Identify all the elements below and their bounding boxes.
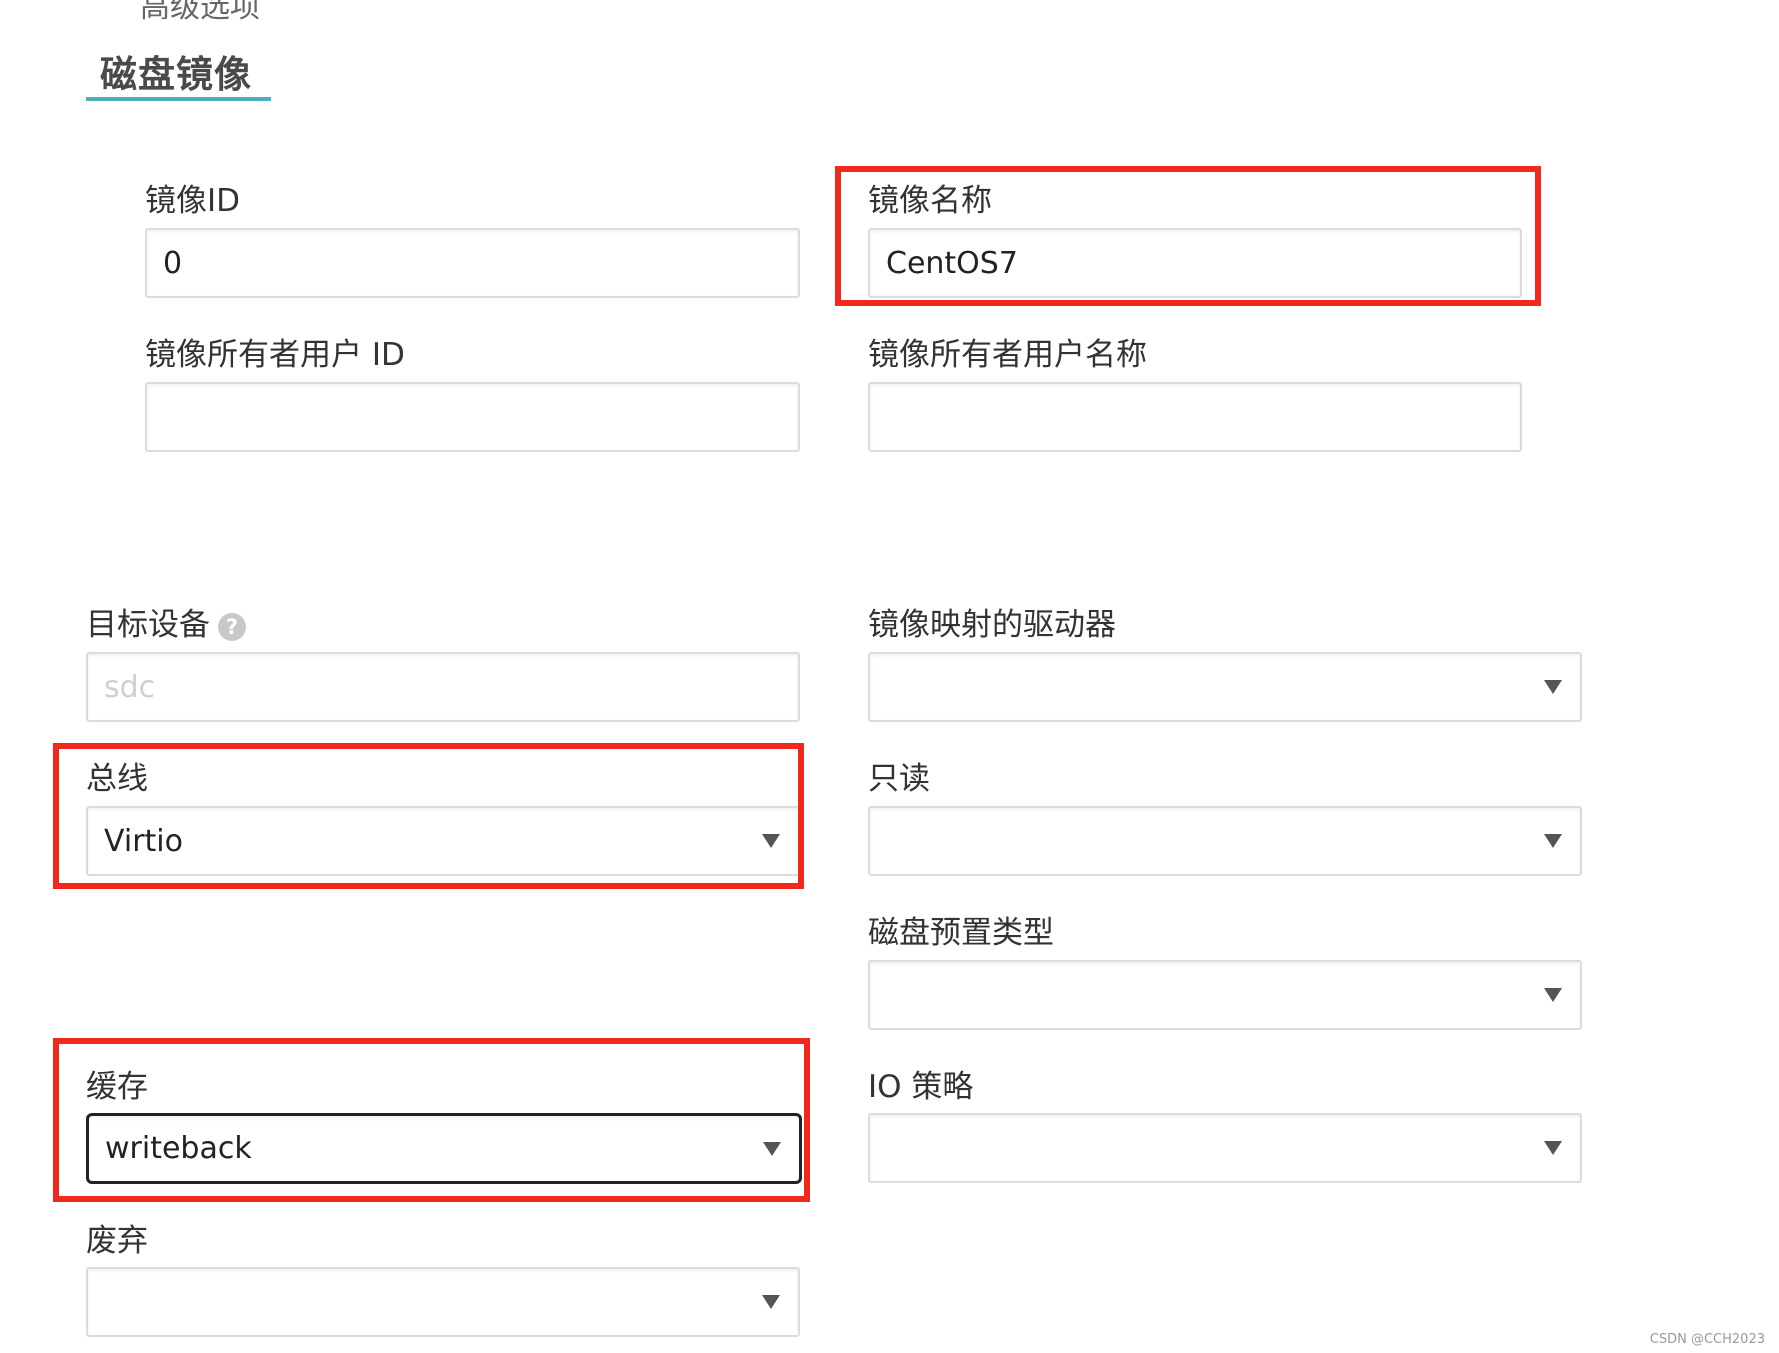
watermark: CSDN @CCH2023 xyxy=(1649,1332,1765,1347)
dropdown-arrow-icon xyxy=(1544,680,1562,694)
dropdown-arrow-icon xyxy=(1544,988,1562,1002)
readonly-select[interactable] xyxy=(868,806,1582,876)
target-device-label-text: 目标设备 xyxy=(86,607,210,643)
owner-user-name-label: 镜像所有者用户名称 xyxy=(868,337,1147,373)
cache-select[interactable]: writeback xyxy=(86,1113,802,1184)
dropdown-arrow-icon xyxy=(763,1141,781,1156)
help-icon[interactable]: ? xyxy=(218,612,246,641)
previous-section-title: 高级选项 xyxy=(140,0,260,25)
owner-user-id-input[interactable] xyxy=(145,382,800,452)
provisioning-type-select[interactable] xyxy=(868,960,1582,1030)
dropdown-arrow-icon xyxy=(762,1295,780,1309)
bus-select[interactable]: Virtio xyxy=(86,806,800,876)
image-name-label: 镜像名称 xyxy=(868,183,992,219)
owner-user-name-input[interactable] xyxy=(868,382,1522,452)
driver-select[interactable] xyxy=(868,652,1582,722)
target-device-label: 目标设备? xyxy=(86,610,246,641)
dropdown-arrow-icon xyxy=(762,834,780,848)
section-title-underline xyxy=(86,97,271,101)
dropdown-arrow-icon xyxy=(1544,834,1562,848)
io-policy-select[interactable] xyxy=(868,1113,1582,1183)
cache-value: writeback xyxy=(105,1131,252,1166)
discard-select[interactable] xyxy=(86,1267,800,1337)
discard-label: 废弃 xyxy=(86,1223,148,1259)
provisioning-type-label: 磁盘预置类型 xyxy=(868,915,1054,951)
bus-label: 总线 xyxy=(86,761,148,797)
image-id-input[interactable]: 0 xyxy=(145,228,800,298)
image-name-input[interactable]: CentOS7 xyxy=(868,228,1522,298)
bus-value: Virtio xyxy=(104,823,183,859)
driver-label: 镜像映射的驱动器 xyxy=(868,607,1116,643)
image-id-label: 镜像ID xyxy=(145,183,241,219)
cache-label: 缓存 xyxy=(86,1069,148,1105)
io-policy-label: IO 策略 xyxy=(868,1069,974,1105)
owner-user-id-label: 镜像所有者用户 ID xyxy=(145,337,405,373)
readonly-label: 只读 xyxy=(868,761,930,797)
dropdown-arrow-icon xyxy=(1544,1141,1562,1155)
target-device-input[interactable]: sdc xyxy=(86,652,800,722)
section-title: 磁盘镜像 xyxy=(100,53,252,96)
